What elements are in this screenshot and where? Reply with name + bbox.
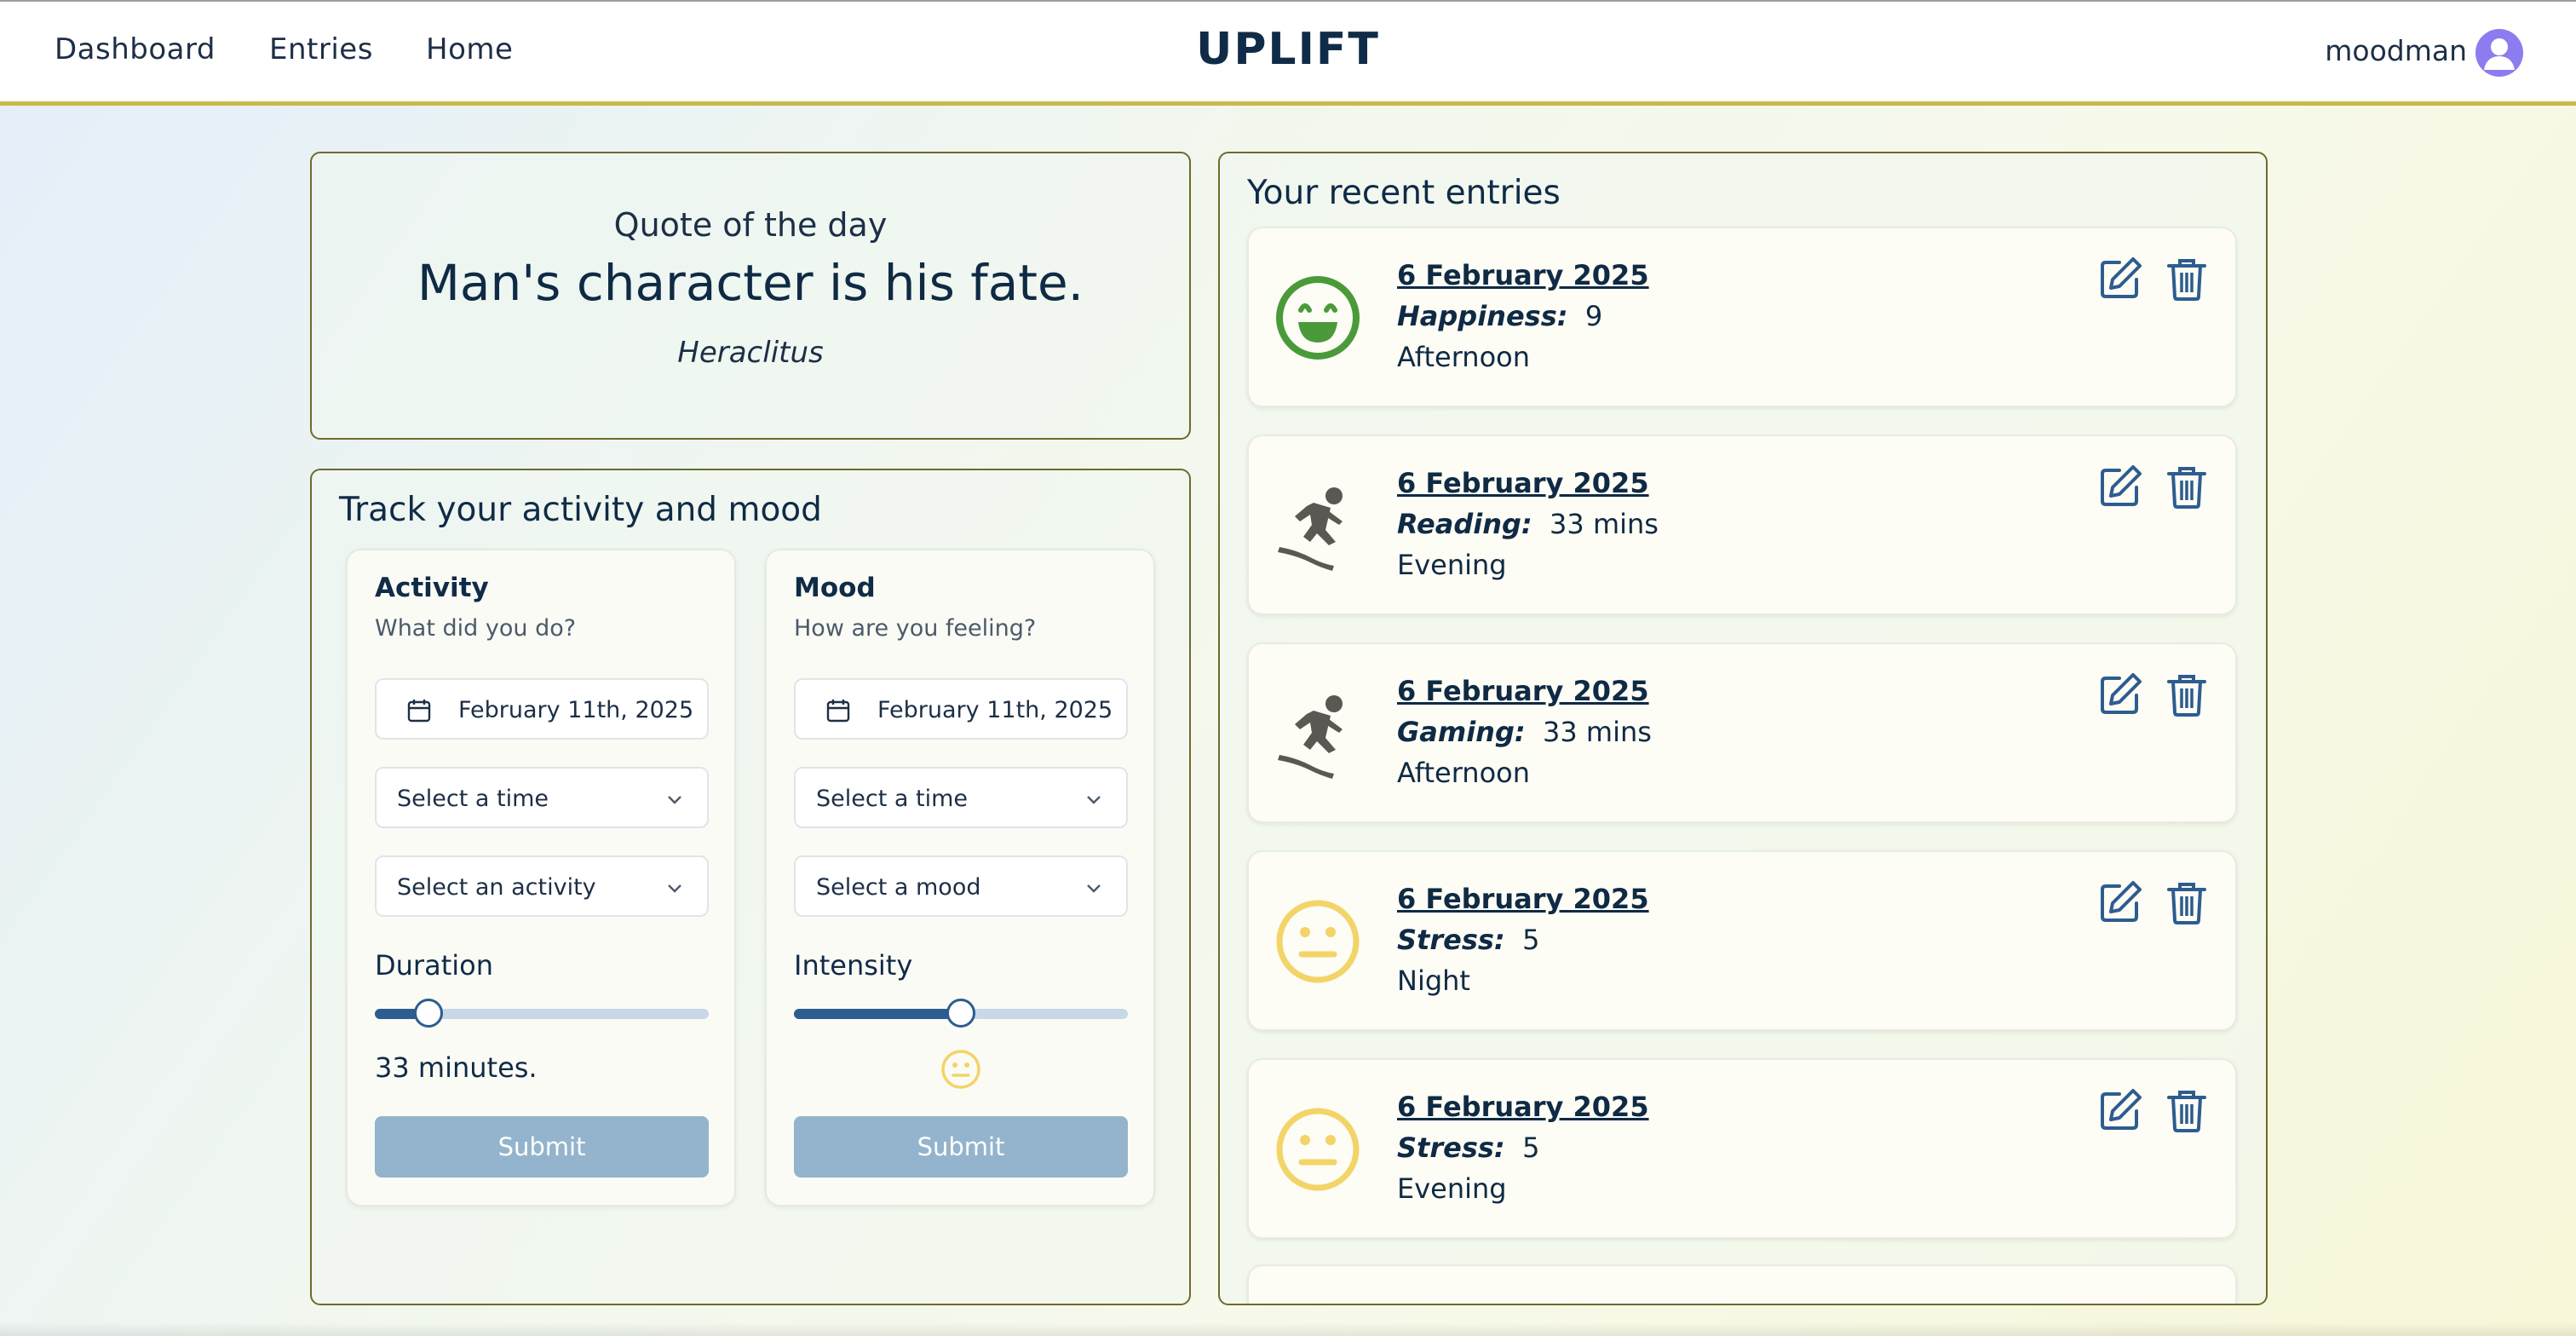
entry-metric: Stress: 5 [1397, 924, 1539, 956]
edit-icon[interactable] [2097, 671, 2143, 717]
tracker-card: Track your activity and mood Activity Wh… [310, 469, 1191, 1305]
nav-link-dashboard[interactable]: Dashboard [55, 32, 216, 66]
activity-time-placeholder: Select a time [397, 786, 549, 812]
entry-time: Evening [1397, 1172, 1507, 1205]
navbar: Dashboard Entries Home UPLIFT moodman [0, 0, 2576, 106]
duration-value: 33 minutes. [375, 1051, 538, 1084]
quote-label: Quote of the day [613, 206, 888, 244]
entry-card: 6 February 2025 Stress: 5 Evening [1247, 1058, 2237, 1239]
entry-date[interactable]: 6 February 2025 [1397, 883, 1649, 915]
entries-title: Your recent entries [1247, 174, 1561, 212]
mood-time-select[interactable]: Select a time [794, 767, 1128, 828]
mood-date-picker[interactable]: February 11th, 2025 [794, 678, 1128, 740]
grinning-face-icon [1276, 276, 1360, 360]
entry-metric-label: Gaming: [1397, 716, 1526, 748]
mood-select-placeholder: Select a mood [816, 874, 981, 901]
edit-icon[interactable] [2097, 256, 2143, 302]
chevron-down-icon [668, 796, 681, 804]
activity-date-value: February 11th, 2025 [458, 697, 694, 723]
duration-label: Duration [375, 949, 493, 982]
trash-icon[interactable] [2165, 464, 2208, 510]
entry-metric-value: 33 mins [1543, 716, 1652, 748]
mood-form: Mood How are you feeling? February 11th,… [765, 549, 1155, 1206]
trash-icon[interactable] [2165, 671, 2208, 717]
entry-date[interactable]: 6 February 2025 [1397, 1091, 1649, 1123]
username[interactable]: moodman [2325, 34, 2467, 67]
calendar-icon [826, 700, 850, 723]
tracker-title: Track your activity and mood [339, 491, 822, 529]
quote-text: Man's character is his fate. [417, 254, 1084, 312]
duration-slider[interactable] [375, 999, 709, 1028]
entry-metric-label: Happiness: [1397, 300, 1568, 332]
activity-date-picker[interactable]: February 11th, 2025 [375, 678, 709, 740]
activity-submit-button[interactable]: Submit [375, 1116, 709, 1178]
entry-metric-label: Stress: [1397, 924, 1505, 956]
intensity-slider-fill [794, 1009, 961, 1019]
activity-time-select[interactable]: Select a time [375, 767, 709, 828]
page-bottom-shadow [0, 1322, 2576, 1336]
mood-date-value: February 11th, 2025 [877, 697, 1113, 723]
quote-author: Heraclitus [677, 336, 824, 370]
entry-metric: Stress: 5 [1397, 1132, 1539, 1164]
mood-time-placeholder: Select a time [816, 786, 969, 812]
entry-metric-value: 5 [1522, 924, 1540, 956]
nav-link-entries[interactable]: Entries [269, 32, 373, 66]
intensity-slider[interactable] [794, 999, 1128, 1028]
entry-card: 6 February 2025 Stress: 5 Night [1247, 850, 2237, 1031]
intensity-slider-thumb[interactable] [946, 999, 975, 1028]
entry-time: Afternoon [1397, 341, 1530, 373]
edit-icon[interactable] [2097, 1087, 2143, 1133]
entry-card: 6 February 2025 Reading: 33 mins Evening [1247, 435, 2237, 615]
brand-logo: UPLIFT [1196, 24, 1380, 75]
entry-metric: Gaming: 33 mins [1397, 716, 1652, 748]
trash-icon[interactable] [2165, 1087, 2208, 1133]
activity-select[interactable]: Select an activity [375, 855, 709, 917]
entry-card: 6 February 2025 Gaming: 33 mins Afternoo… [1247, 642, 2237, 823]
entry-date[interactable]: 6 February 2025 [1397, 259, 1649, 291]
entry-card-partial [1247, 1264, 2237, 1304]
activity-form-title: Activity [375, 573, 489, 603]
activity-form-subtitle: What did you do? [375, 615, 577, 642]
entry-metric-value: 33 mins [1550, 508, 1659, 540]
snowboarder-icon [1278, 487, 1343, 571]
chevron-down-icon [1087, 796, 1101, 804]
entry-time: Afternoon [1397, 757, 1530, 789]
chevron-down-icon [668, 884, 681, 893]
neutral-face-icon [1276, 900, 1360, 983]
entry-time: Evening [1397, 549, 1507, 581]
intensity-label: Intensity [794, 949, 913, 982]
neutral-face-icon [1276, 1108, 1360, 1191]
activity-form: Activity What did you do? February 11th,… [346, 549, 736, 1206]
neutral-face-icon [941, 1050, 980, 1089]
mood-form-subtitle: How are you feeling? [794, 615, 1037, 642]
entry-metric: Happiness: 9 [1397, 300, 1602, 332]
edit-icon[interactable] [2097, 879, 2143, 925]
entry-card: 6 February 2025 Happiness: 9 Afternoon [1247, 227, 2237, 407]
recent-entries-card: Your recent entries 6 February 2025 Happ… [1218, 152, 2268, 1305]
entry-date[interactable]: 6 February 2025 [1397, 467, 1649, 499]
calendar-icon [407, 700, 431, 723]
entry-metric-label: Stress: [1397, 1132, 1505, 1164]
entry-metric-value: 5 [1522, 1132, 1540, 1164]
activity-select-placeholder: Select an activity [397, 874, 596, 901]
entry-metric-label: Reading: [1397, 508, 1532, 540]
mood-submit-button[interactable]: Submit [794, 1116, 1128, 1178]
edit-icon[interactable] [2097, 464, 2143, 510]
mood-select[interactable]: Select a mood [794, 855, 1128, 917]
trash-icon[interactable] [2165, 256, 2208, 302]
entry-metric-value: 9 [1584, 300, 1603, 332]
snowboarder-icon [1278, 695, 1343, 779]
entry-date[interactable]: 6 February 2025 [1397, 675, 1649, 707]
chevron-down-icon [1087, 884, 1101, 893]
entry-time: Night [1397, 965, 1470, 997]
duration-slider-thumb[interactable] [413, 999, 443, 1028]
user-avatar-icon[interactable] [2475, 29, 2523, 77]
entry-metric: Reading: 33 mins [1397, 508, 1659, 540]
nav-link-home[interactable]: Home [426, 32, 513, 66]
quote-card: Quote of the day Man's character is his … [310, 152, 1191, 440]
mood-form-title: Mood [794, 573, 876, 603]
trash-icon[interactable] [2165, 879, 2208, 925]
